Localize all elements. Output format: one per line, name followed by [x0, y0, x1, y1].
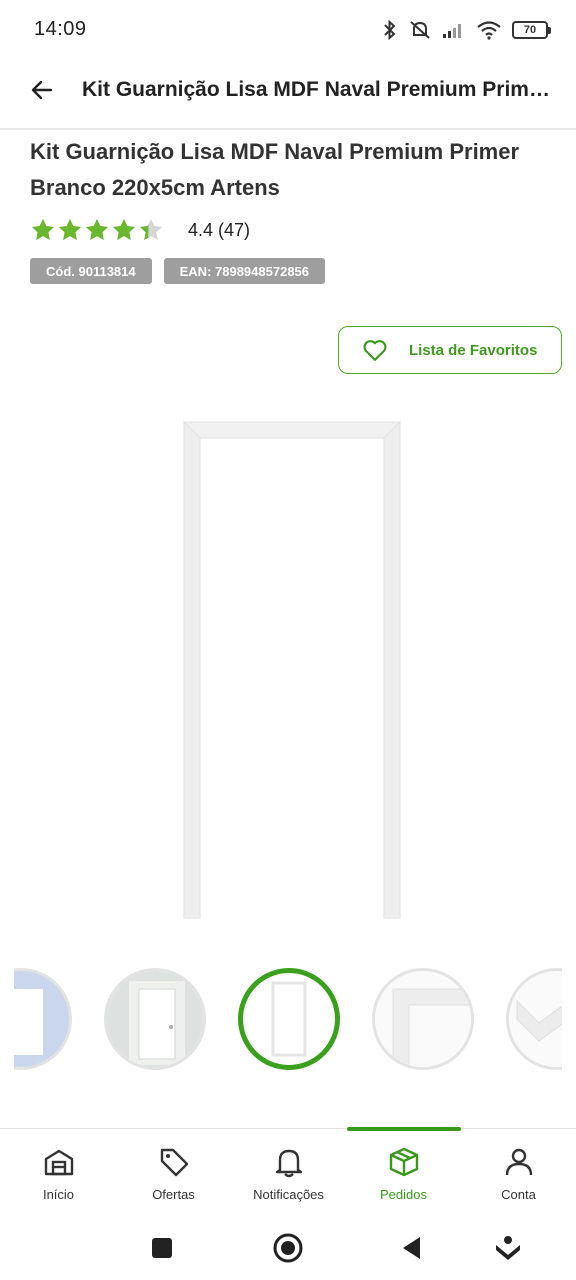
nav-item-pedidos[interactable]: Pedidos [346, 1129, 461, 1217]
thumbnail-strip[interactable] [14, 960, 562, 1076]
square-icon [152, 1238, 172, 1258]
system-nav [0, 1216, 576, 1280]
nav-item-conta[interactable]: Conta [461, 1129, 576, 1217]
mute-icon [410, 21, 430, 39]
nav-label-ofertas: Ofertas [152, 1187, 195, 1202]
rating-text: 4.4 (47) [188, 219, 251, 240]
nav-item-inicio[interactable]: Início [1, 1129, 116, 1217]
nav-item-notificacoes[interactable]: Notificações [231, 1129, 346, 1217]
star-icon [85, 218, 109, 240]
user-icon [505, 1148, 532, 1176]
product-image[interactable] [180, 418, 404, 922]
thumbnail-2[interactable] [104, 968, 206, 1070]
star-icon [58, 218, 82, 240]
star-icon [112, 218, 136, 240]
star-icon [139, 218, 163, 240]
product-codes: Cód. 90113814 EAN: 7898948572856 [30, 258, 326, 284]
bluetooth-icon [384, 19, 396, 41]
wifi-icon [477, 21, 501, 40]
nav-label-conta: Conta [501, 1187, 536, 1202]
thumbnail-5[interactable] [506, 968, 562, 1070]
triangle-back-icon [403, 1237, 420, 1259]
recents-button[interactable] [144, 1230, 180, 1266]
arrow-left-icon [31, 80, 53, 100]
signal-icon [443, 24, 461, 38]
status-time: 14:09 [34, 18, 87, 40]
bell-icon [275, 1149, 302, 1178]
tag-icon [160, 1148, 188, 1177]
favorites-button[interactable]: Lista de Favoritos [338, 326, 562, 374]
thumbnail-4[interactable] [372, 968, 474, 1070]
thumbnail-1[interactable] [14, 968, 72, 1070]
door-frame-image [182, 420, 402, 919]
rating-stars [30, 217, 164, 243]
code-badge: Cód. 90113814 [30, 258, 152, 284]
star-icon [31, 218, 55, 240]
circle-icon [273, 1233, 303, 1263]
home-button[interactable] [270, 1230, 306, 1266]
battery-level: 70 [523, 24, 537, 36]
box-icon [389, 1147, 418, 1177]
assistant-icon [496, 1236, 520, 1260]
status-icons: 70 [382, 16, 551, 44]
app-bar: Kit Guarnição Lisa MDF Naval Premium Pri… [0, 60, 576, 130]
nav-item-ofertas[interactable]: Ofertas [116, 1129, 231, 1217]
content-spacer [14, 1076, 562, 1126]
ean-badge: EAN: 7898948572856 [163, 258, 326, 284]
nav-label-notificacoes: Notificações [253, 1187, 324, 1202]
thumbnail-3-selected[interactable] [238, 968, 340, 1070]
product-title: Kit Guarnição Lisa MDF Naval Premium Pri… [30, 139, 520, 200]
app-bar-title: Kit Guarnição Lisa MDF Naval Premium Pri… [82, 78, 558, 101]
assistant-button[interactable] [490, 1230, 526, 1266]
battery-icon: 70 [512, 21, 551, 39]
status-bar: 14:09 70 [0, 0, 576, 60]
back-nav-button[interactable] [394, 1230, 430, 1266]
heart-icon [363, 340, 387, 361]
rating-row[interactable]: 4.4 (47) [30, 215, 250, 245]
nav-label-inicio: Início [42, 1187, 75, 1202]
bottom-nav: Início Ofertas Notificações Pedidos Cont… [0, 1127, 576, 1217]
favorites-label: Lista de Favoritos [409, 341, 538, 359]
nav-label-pedidos: Pedidos [380, 1187, 427, 1202]
back-button[interactable] [24, 72, 60, 108]
home-icon [44, 1149, 73, 1176]
